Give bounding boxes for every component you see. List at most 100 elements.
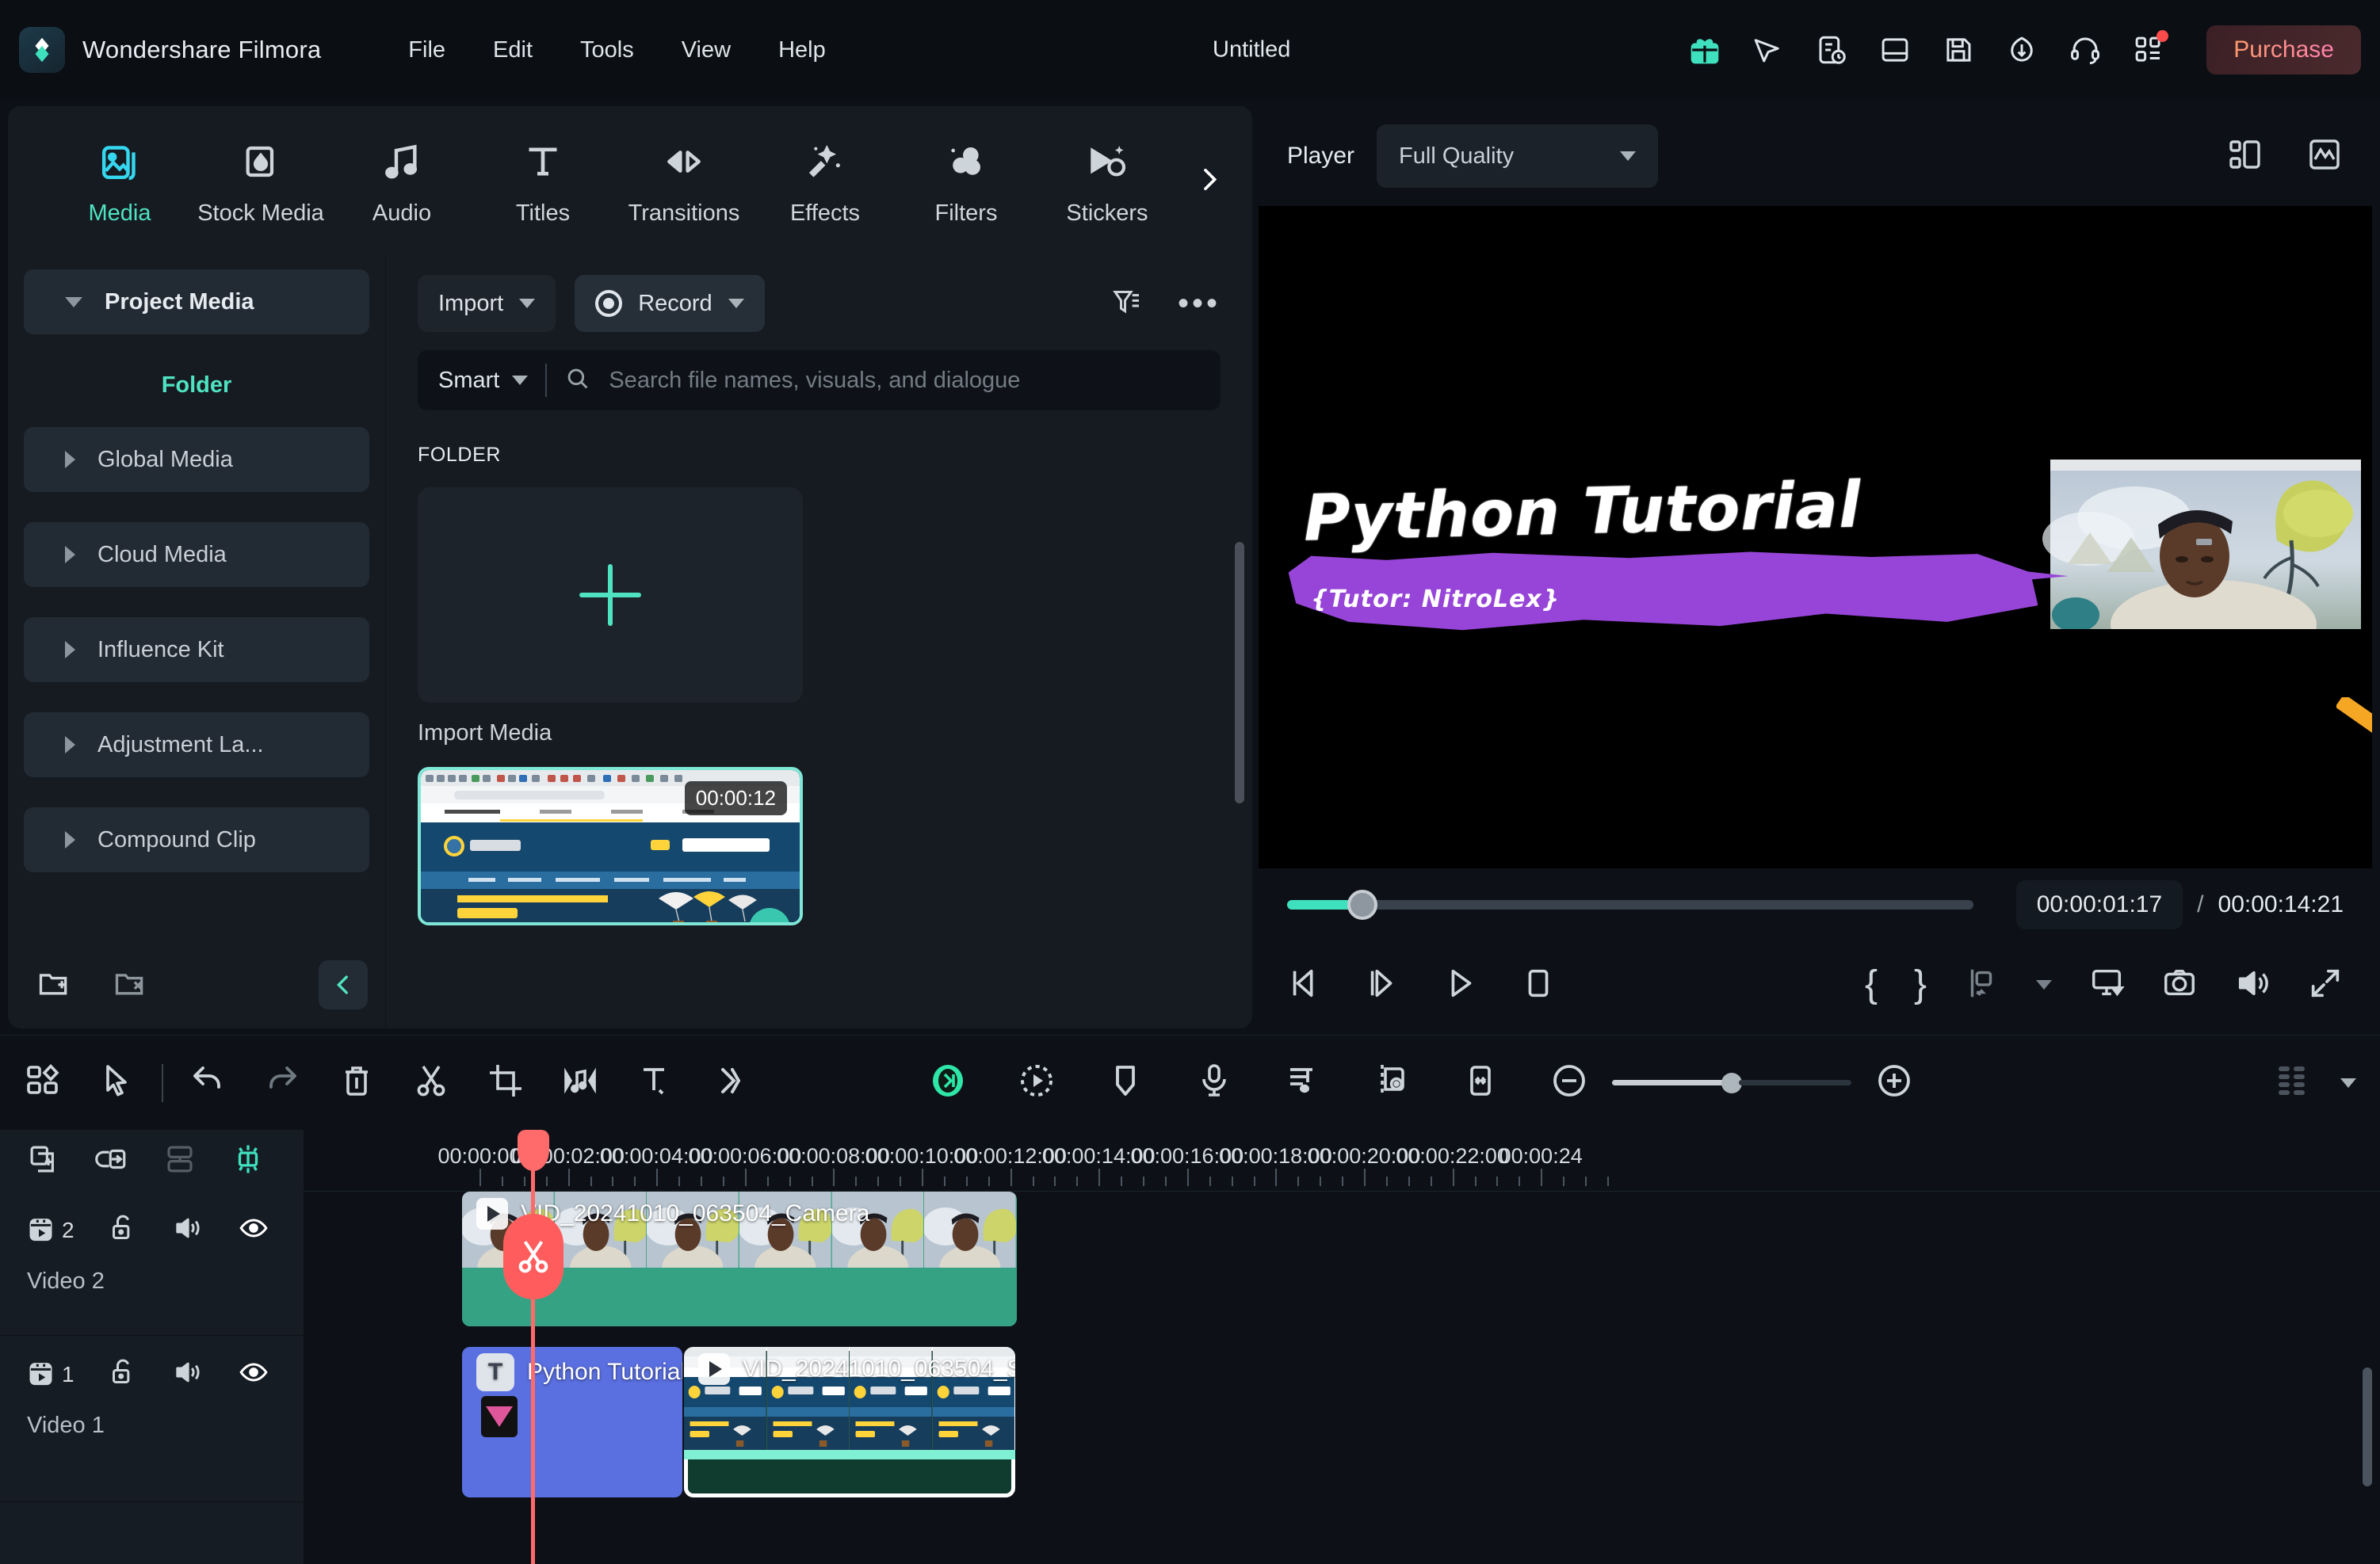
previous-frame-icon[interactable]: [1287, 965, 1324, 1005]
marker-dropdown-icon[interactable]: [2036, 980, 2052, 990]
timeline-canvas[interactable]: 00:00:00 00:00:02:00 00:00:04:00 00:00:06:0…: [304, 1130, 2380, 1564]
timeline-clip-camera[interactable]: VID_20241010_063504_Camera: [462, 1192, 1017, 1326]
timeline-ruler[interactable]: 00:00:00 00:00:02:00 00:00:04:00 00:00:06:0…: [304, 1130, 2380, 1192]
lock-open-icon[interactable]: [108, 1356, 139, 1392]
text-tool-icon[interactable]: [636, 1062, 674, 1104]
eye-visible-icon[interactable]: [238, 1356, 269, 1392]
link-clip-icon[interactable]: [95, 1142, 128, 1180]
track-header-video2[interactable]: 2 Video 2: [0, 1192, 304, 1336]
snap-magnet-icon[interactable]: [231, 1142, 265, 1180]
zoom-in-icon[interactable]: [1875, 1062, 1913, 1104]
layout-icon[interactable]: [1877, 32, 1913, 68]
sidebar-item-compound-clip[interactable]: Compound Clip: [24, 807, 369, 872]
gift-icon[interactable]: [1687, 32, 1723, 68]
ai-tool-icon[interactable]: [929, 1062, 967, 1104]
new-folder-icon[interactable]: [36, 966, 71, 1005]
menu-edit[interactable]: Edit: [469, 29, 556, 71]
mark-out-icon[interactable]: }: [1914, 966, 1927, 1004]
tab-filters[interactable]: Filters: [896, 137, 1037, 227]
marker-icon[interactable]: [1963, 965, 2000, 1005]
more-options-icon[interactable]: •••: [1178, 288, 1221, 319]
speaker-on-icon[interactable]: [173, 1356, 204, 1392]
zoom-slider-track-filled[interactable]: [1611, 1080, 1725, 1085]
filter-icon[interactable]: [1111, 286, 1143, 322]
track-list-icon[interactable]: [2274, 1062, 2312, 1104]
mask-icon[interactable]: [1106, 1062, 1144, 1104]
menu-file[interactable]: File: [384, 29, 469, 71]
eye-visible-icon[interactable]: [238, 1212, 269, 1248]
scrubber-handle[interactable]: [1347, 890, 1378, 920]
tab-effects[interactable]: Effects: [754, 137, 896, 227]
chevron-right-icon[interactable]: [1194, 164, 1225, 200]
quality-dropdown[interactable]: Full Quality: [1377, 124, 1659, 188]
timeline-vertical-scrollbar[interactable]: [2363, 1368, 2372, 1486]
fit-timeline-icon[interactable]: [1461, 1062, 1499, 1104]
split-scissors-icon[interactable]: [412, 1062, 450, 1104]
track-header-video1[interactable]: 1 Video 1: [0, 1336, 304, 1502]
motion-tracking-icon[interactable]: [1018, 1062, 1056, 1104]
import-media-tile[interactable]: Import Media 00:00:12: [418, 487, 803, 925]
import-media-dropzone[interactable]: [418, 487, 803, 703]
delete-icon[interactable]: [338, 1062, 376, 1104]
sidebar-item-influence-kit[interactable]: Influence Kit: [24, 617, 369, 682]
sidebar-item-global-media[interactable]: Global Media: [24, 427, 369, 492]
apps-grid-icon[interactable]: [2130, 30, 2169, 68]
current-timecode[interactable]: 00:00:01:17: [2015, 880, 2183, 929]
menu-view[interactable]: View: [658, 29, 754, 71]
play-icon[interactable]: [1442, 965, 1479, 1005]
tree-header-project-media[interactable]: Project Media: [24, 269, 369, 334]
track-dropdown-icon[interactable]: [2340, 1078, 2356, 1088]
duplicate-track-icon[interactable]: [27, 1142, 60, 1180]
mark-in-icon[interactable]: {: [1865, 966, 1878, 1004]
sidebar-item-adjustment-layer[interactable]: Adjustment La...: [24, 712, 369, 777]
search-mode-selector[interactable]: Smart: [438, 368, 529, 394]
speaker-on-icon[interactable]: [173, 1212, 204, 1248]
render-preview-icon[interactable]: [2088, 965, 2125, 1005]
tab-audio[interactable]: Audio: [331, 137, 472, 227]
keyframe-gem-icon[interactable]: [481, 1396, 518, 1437]
record-button[interactable]: Record: [575, 275, 765, 332]
zoom-slider-track[interactable]: [1738, 1080, 1851, 1085]
audio-detach-icon[interactable]: [561, 1062, 599, 1104]
task-list-clock-icon[interactable]: [1813, 32, 1850, 68]
lock-open-icon[interactable]: [108, 1212, 139, 1248]
headset-support-icon[interactable]: [2067, 32, 2103, 68]
tab-transitions[interactable]: Transitions: [613, 137, 754, 227]
import-button[interactable]: Import: [418, 275, 556, 332]
select-cursor-icon[interactable]: [98, 1062, 136, 1104]
save-icon[interactable]: [1940, 32, 1977, 68]
collapse-panel-icon[interactable]: [319, 960, 368, 1009]
media-scrollbar[interactable]: [1235, 542, 1244, 803]
undo-icon[interactable]: [189, 1062, 227, 1104]
tab-stock-media[interactable]: Stock Media: [190, 137, 331, 227]
redo-icon[interactable]: [263, 1062, 301, 1104]
menu-help[interactable]: Help: [754, 29, 850, 71]
next-frame-icon[interactable]: [1365, 965, 1401, 1005]
voiceover-mic-icon[interactable]: [1195, 1062, 1233, 1104]
search-input[interactable]: [609, 367, 1200, 394]
delete-folder-icon[interactable]: [113, 966, 147, 1005]
split-view-icon[interactable]: [2226, 135, 2264, 177]
player-scrubber[interactable]: [1287, 890, 1973, 920]
more-tools-icon[interactable]: [710, 1062, 748, 1104]
purchase-button[interactable]: Purchase: [2206, 25, 2361, 74]
fullscreen-icon[interactable]: [2307, 965, 2344, 1005]
cloud-upload-icon[interactable]: [2004, 32, 2040, 68]
preview-stage[interactable]: Python Tutorial {Tutor: NitroLex}: [1259, 206, 2372, 868]
stop-icon[interactable]: [1520, 965, 1557, 1005]
snapshot-icon[interactable]: [2161, 965, 2198, 1005]
layout-grid-icon[interactable]: [24, 1062, 62, 1104]
crop-icon[interactable]: [487, 1062, 525, 1104]
menu-tools[interactable]: Tools: [556, 29, 658, 71]
sidebar-item-cloud-media[interactable]: Cloud Media: [24, 522, 369, 587]
tab-stickers[interactable]: Stickers: [1037, 137, 1178, 227]
keyframe-icon[interactable]: [1373, 1062, 1411, 1104]
auto-beat-sync-icon[interactable]: [1284, 1062, 1322, 1104]
volume-icon[interactable]: [2234, 965, 2271, 1005]
tab-media[interactable]: Media: [49, 137, 190, 227]
waveform-icon[interactable]: [2306, 135, 2344, 177]
media-thumbnail[interactable]: 00:00:12: [418, 767, 803, 925]
timeline-clip-title[interactable]: T Python Tutorial / {Tutor: N...: [462, 1347, 682, 1497]
group-icon[interactable]: [163, 1142, 197, 1180]
timeline-clip-screen-recorder[interactable]: VID_20241010_063504_Screen Recorder: [684, 1347, 1015, 1497]
